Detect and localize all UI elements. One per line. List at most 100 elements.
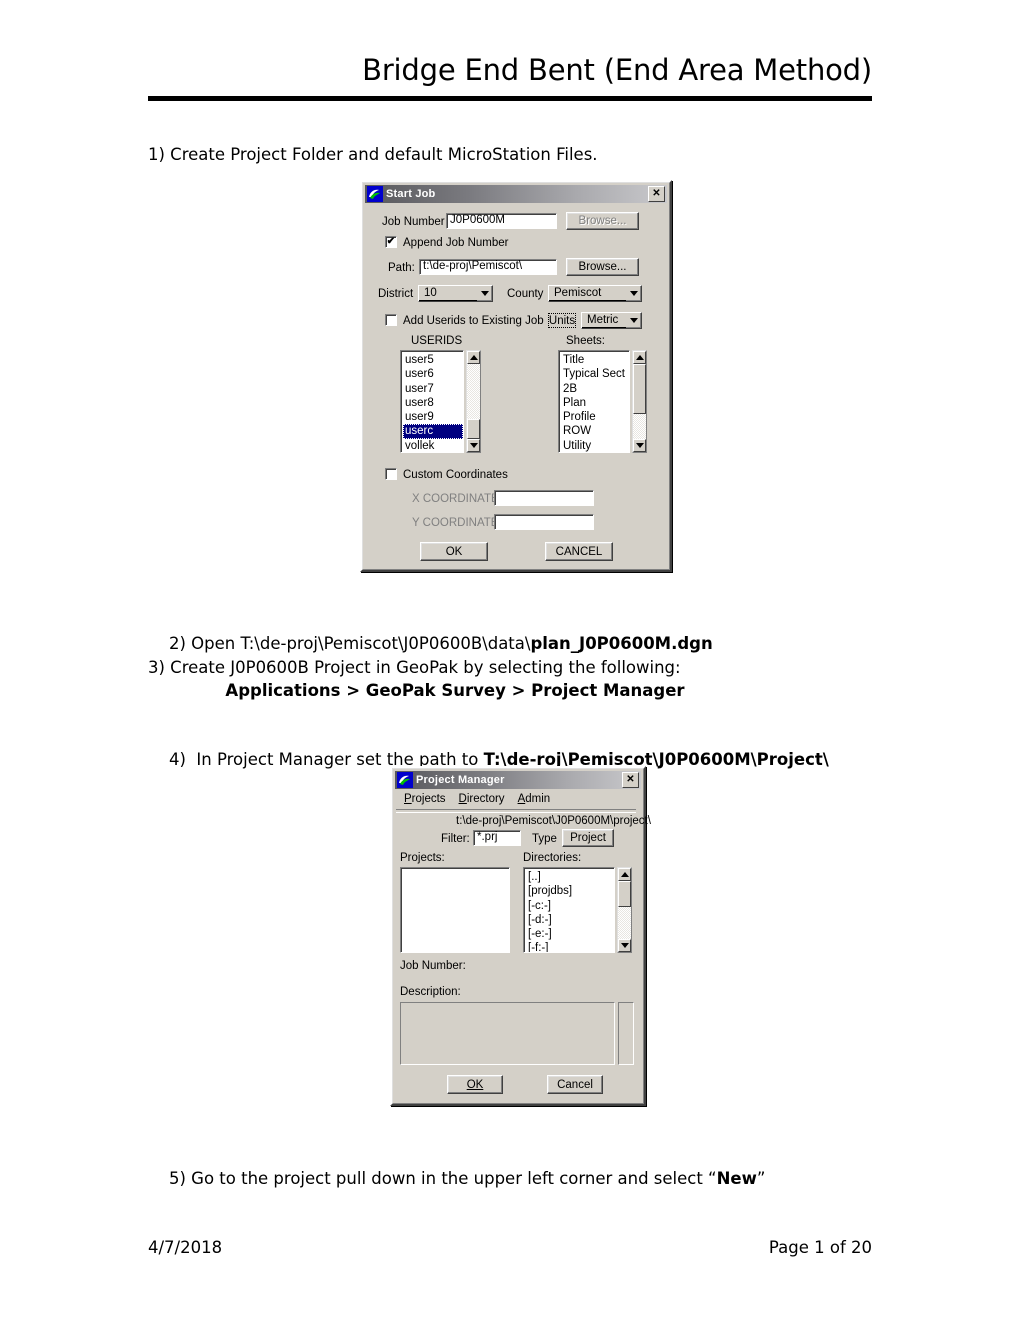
list-item[interactable]: user6 [403,367,463,381]
path-label: Path: [388,262,415,274]
directories-group-label: Directories: [523,852,582,864]
x-coordinate-label: X COORDINATE [412,493,499,505]
userids-listbox[interactable]: user5 user6 user7 user8 user9 userc vollek [400,350,464,453]
browse-job-button[interactable]: Browse... [566,212,639,230]
list-item[interactable]: ROW [561,424,629,438]
step-3-menu-path: Applications > GeoPak Survey > Project M… [225,681,685,700]
list-item[interactable]: user5 [403,353,463,367]
filter-label: Filter: [441,833,470,845]
step-1-text: 1) Create Project Folder and default Mic… [148,145,598,164]
x-coordinate-input[interactable] [494,490,594,506]
projects-group-label: Projects: [400,852,445,864]
menu-item-directory[interactable]: Directory [455,792,514,806]
directories-scrollbar[interactable] [617,867,632,953]
document-header: Bridge End Bent (End Area Method) [148,53,872,87]
list-item[interactable]: Title [561,353,629,367]
step-5-text: 5) Go to the project pull down in the up… [148,1146,878,1213]
scroll-up-icon[interactable] [618,868,631,881]
cancel-button[interactable]: CANCEL [545,542,613,561]
projects-listbox[interactable] [400,867,510,953]
description-scrollbar[interactable] [618,1002,634,1065]
job-number-input[interactable]: J0P0600M [446,213,557,229]
scroll-down-icon[interactable] [633,439,646,452]
directories-listbox[interactable]: [..] [projdbs] [-c:-] [-d:-] [-e:-] [-f:-] [523,867,615,953]
list-item[interactable]: Plan [561,396,629,410]
scrollbar-thumb[interactable] [467,419,480,439]
scrollbar-thumb[interactable] [633,364,646,414]
microstation-icon [397,772,413,788]
path-input[interactable]: t:\de-proj\Pemiscot\ [419,259,557,275]
microstation-icon [367,186,383,202]
document-page: Bridge End Bent (End Area Method) 1) Cre… [0,0,1020,1320]
county-dropdown[interactable]: Pemiscot [548,285,642,302]
list-item[interactable]: [projdbs] [526,884,614,898]
custom-coordinates-checkbox[interactable] [385,468,397,480]
step-3-text: 3) Create J0P0600B Project in GeoPak by … [148,658,681,677]
step-5-plain-a: 5) Go to the project pull down in the up… [168,1169,717,1189]
step-5-plain-b: ” [756,1169,766,1189]
sheets-listbox[interactable]: Title Typical Sect 2B Plan Profile ROW Utility [558,350,630,453]
type-button[interactable]: Project [562,829,614,847]
district-dropdown[interactable]: 10 [418,285,493,302]
userids-scrollbar[interactable] [466,350,481,453]
description-textarea[interactable] [400,1002,615,1065]
list-item[interactable]: 2B [561,382,629,396]
cancel-button[interactable]: Cancel [547,1075,603,1094]
step-5-new: New [716,1169,757,1189]
list-item[interactable]: Typical Sect [561,367,629,381]
chevron-down-icon[interactable] [626,286,641,301]
menubar-divider [396,809,636,813]
list-item[interactable]: user7 [403,382,463,396]
scroll-up-icon[interactable] [633,351,646,364]
list-item[interactable]: [-c:-] [526,899,614,913]
close-icon[interactable]: ✕ [622,772,639,788]
units-label: Units [548,313,576,328]
footer-date: 4/7/2018 [148,1238,223,1257]
menu-item-admin[interactable]: Admin [514,792,560,806]
list-item[interactable]: [..] [526,870,614,884]
district-label: District [378,288,414,300]
scrollbar-thumb[interactable] [618,881,631,907]
append-job-number-checkbox[interactable]: ✔ [385,236,397,248]
project-manager-titlebar[interactable]: Project Manager ✕ [395,771,641,789]
y-coordinate-input[interactable] [494,514,594,530]
scroll-up-icon[interactable] [467,351,480,364]
start-job-dialog[interactable]: Start Job ✕ Job Number J0P0600M Browse..… [360,180,672,572]
chevron-down-icon[interactable] [626,313,641,328]
list-item[interactable]: user8 [403,396,463,410]
list-item[interactable]: userc [403,424,463,439]
list-item[interactable]: Profile [561,410,629,424]
sheets-scrollbar[interactable] [632,350,647,453]
project-manager-dialog[interactable]: Project Manager ✕ Projects Directory Adm… [390,766,651,1106]
type-label: Type [532,833,557,845]
close-icon[interactable]: ✕ [648,186,665,202]
ok-button[interactable]: OK [447,1075,503,1094]
description-label: Description: [400,986,461,998]
menu-item-projects[interactable]: Projects [400,792,455,806]
list-item[interactable]: [-f:-] [526,941,614,952]
scroll-down-icon[interactable] [618,939,631,952]
list-item[interactable]: user9 [403,410,463,424]
list-item[interactable]: [-d:-] [526,913,614,927]
units-dropdown[interactable]: Metric [581,312,642,329]
list-item[interactable]: vollek [403,439,463,452]
filter-input[interactable]: *.prj [473,830,521,846]
scroll-down-icon[interactable] [467,439,480,452]
job-number-label: Job Number [382,216,445,228]
list-item[interactable]: [-e:-] [526,927,614,941]
project-manager-menubar[interactable]: Projects Directory Admin [400,792,559,806]
ok-button[interactable]: OK [420,542,488,561]
start-job-titlebar[interactable]: Start Job ✕ [365,185,667,203]
job-number-label: Job Number: [400,960,466,972]
list-item[interactable]: Utility [561,439,629,452]
custom-coordinates-label: Custom Coordinates [403,469,508,481]
district-value: 10 [419,286,477,301]
step-2-plain: 2) Open T:\de-proj\Pemiscot\J0P0600B\dat… [168,634,531,654]
ok-button-label: OK [466,1078,484,1091]
browse-path-button[interactable]: Browse... [566,258,639,276]
chevron-down-icon[interactable] [477,286,492,301]
add-userids-label: Add Userids to Existing Job [403,315,544,327]
add-userids-checkbox[interactable] [385,314,397,326]
append-job-number-label: Append Job Number [403,237,509,249]
county-value: Pemiscot [549,286,626,301]
